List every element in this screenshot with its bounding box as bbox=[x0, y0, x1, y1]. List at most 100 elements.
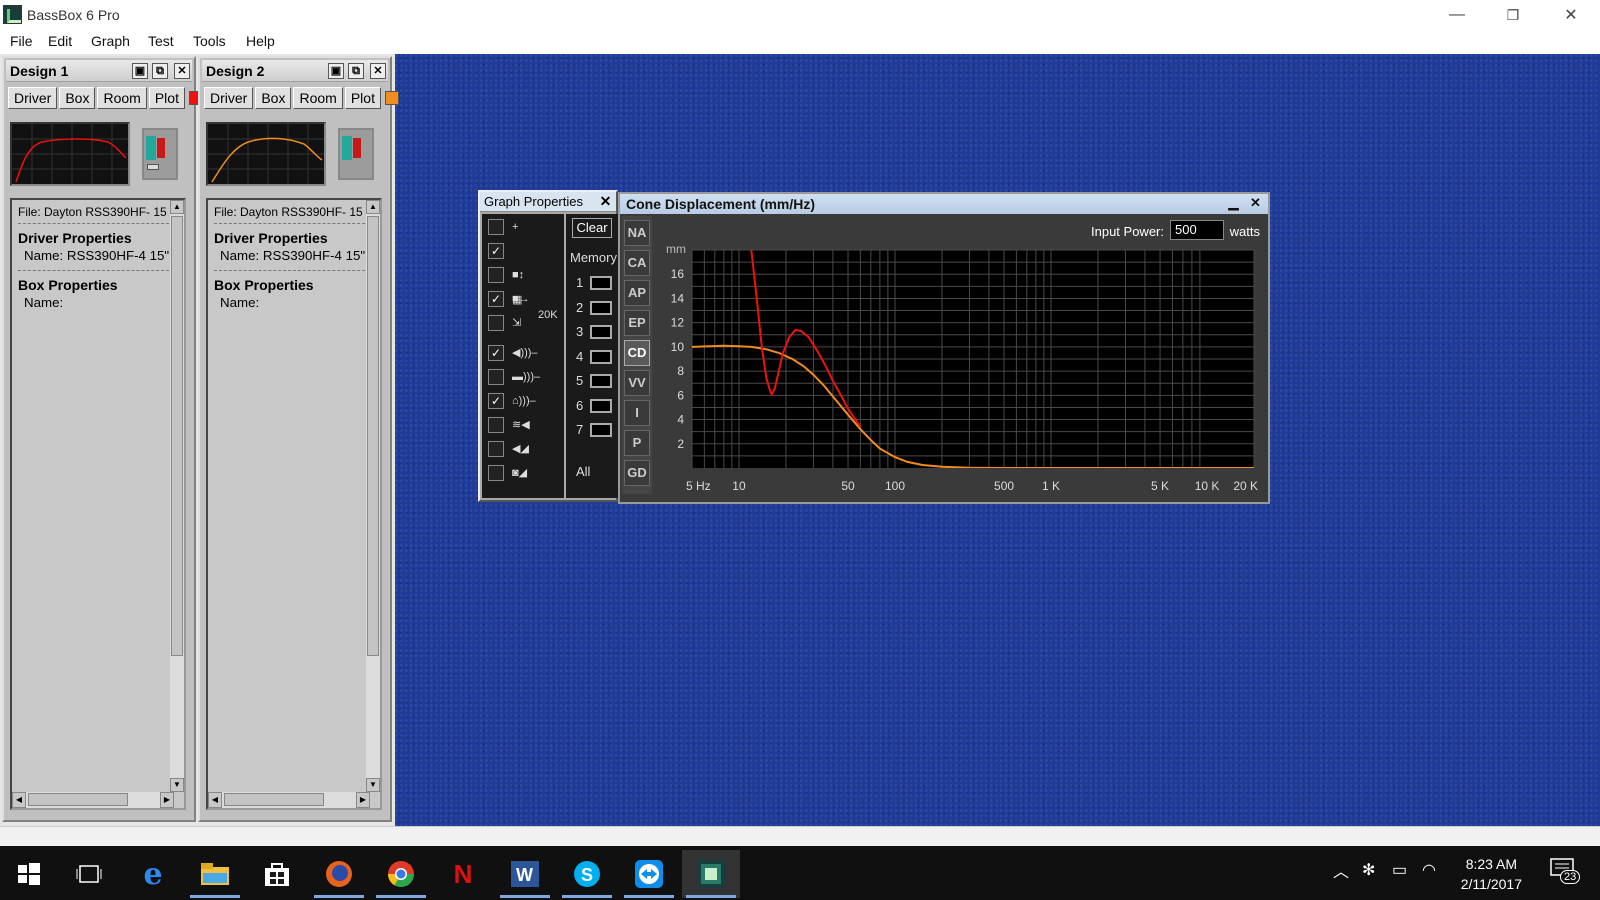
menu-graph[interactable]: Graph bbox=[91, 33, 130, 49]
menu-help[interactable]: Help bbox=[246, 33, 275, 49]
tab-box[interactable]: Box bbox=[59, 87, 96, 109]
save-icon[interactable]: ▣ bbox=[328, 63, 344, 79]
tray-chevron-icon[interactable]: ︿ bbox=[1333, 858, 1349, 882]
restore-button[interactable]: ❐ bbox=[1484, 0, 1542, 30]
taskbar-clock[interactable]: 8:23 AM 2/11/2017 bbox=[1461, 854, 1522, 894]
battery-icon[interactable]: ▭ bbox=[1392, 860, 1407, 880]
close-icon[interactable]: ✕ bbox=[370, 63, 386, 79]
graph-type-ca-button[interactable]: CA bbox=[624, 250, 650, 276]
memory-slot-box[interactable] bbox=[590, 398, 612, 413]
speaker-box-icon[interactable] bbox=[142, 128, 178, 180]
scroll-up-icon[interactable]: ▲ bbox=[366, 200, 380, 214]
graph-type-ap-button[interactable]: AP bbox=[624, 280, 650, 306]
graph-type-i-button[interactable]: I bbox=[624, 400, 650, 426]
notification-center-icon[interactable]: 23 bbox=[1548, 856, 1584, 892]
cone-displacement-chart[interactable]: mm 2 4 6 8 10 12 14 16 5 Hz 10 50 100 500 1 K 5 K 10 K 20… bbox=[652, 216, 1266, 502]
tab-plot[interactable]: Plot bbox=[148, 87, 185, 109]
tab-driver[interactable]: Driver bbox=[8, 87, 58, 109]
tab-room[interactable]: Room bbox=[293, 87, 343, 109]
windows-start-icon[interactable] bbox=[0, 850, 58, 898]
close-icon[interactable]: ✕ bbox=[597, 193, 614, 210]
menu-file[interactable]: File bbox=[10, 33, 33, 49]
horizontal-scrollbar[interactable]: ◀ ▶ bbox=[12, 792, 174, 808]
memory-all-button[interactable]: All bbox=[576, 464, 590, 479]
vertical-scrollbar[interactable]: ▲ ▼ bbox=[170, 200, 184, 792]
save-icon[interactable]: ▣ bbox=[132, 63, 148, 79]
tab-plot[interactable]: Plot bbox=[344, 87, 381, 109]
wifi-icon[interactable]: ◠ bbox=[1422, 860, 1436, 880]
graph-option-checkbox[interactable]: ✓ bbox=[488, 393, 504, 409]
scroll-down-icon[interactable]: ▼ bbox=[366, 778, 380, 792]
scroll-thumb[interactable] bbox=[367, 216, 379, 656]
clear-button[interactable]: Clear bbox=[572, 218, 612, 238]
store-icon[interactable] bbox=[248, 850, 306, 898]
graph-type-gd-button[interactable]: GD bbox=[624, 460, 650, 486]
memory-slot[interactable]: 4 bbox=[566, 348, 618, 366]
graph-type-vv-button[interactable]: VV bbox=[624, 370, 650, 396]
graph-type-cd-button[interactable]: CD bbox=[624, 340, 650, 366]
memory-slot-box[interactable] bbox=[590, 374, 612, 388]
scroll-right-icon[interactable]: ▶ bbox=[160, 792, 174, 808]
scroll-left-icon[interactable]: ◀ bbox=[12, 792, 26, 808]
menu-tools[interactable]: Tools bbox=[193, 33, 226, 49]
graph-option-checkbox[interactable]: ✓ bbox=[488, 243, 504, 259]
minimize-icon[interactable]: ▁ bbox=[1225, 195, 1242, 212]
teamviewer-icon[interactable] bbox=[620, 850, 678, 898]
tab-box[interactable]: Box bbox=[255, 87, 292, 109]
copy-icon[interactable]: ⧉ bbox=[152, 63, 168, 79]
memory-slot[interactable]: 6 bbox=[566, 397, 618, 415]
graph-option-checkbox[interactable] bbox=[488, 267, 504, 283]
memory-slot[interactable]: 7 bbox=[566, 421, 618, 439]
vertical-scrollbar[interactable]: ▲ ▼ bbox=[366, 200, 380, 792]
scroll-down-icon[interactable]: ▼ bbox=[170, 778, 184, 792]
graph-option-checkbox[interactable] bbox=[488, 219, 504, 235]
scroll-right-icon[interactable]: ▶ bbox=[356, 792, 370, 808]
close-button[interactable]: ✕ bbox=[1542, 0, 1600, 30]
close-icon[interactable]: ✕ bbox=[1247, 195, 1264, 212]
graph-option-checkbox[interactable]: ✓ bbox=[488, 345, 504, 361]
tab-driver[interactable]: Driver bbox=[204, 87, 254, 109]
graph-type-ep-button[interactable]: EP bbox=[624, 310, 650, 336]
memory-slot[interactable]: 2 bbox=[566, 299, 618, 317]
scroll-thumb[interactable] bbox=[28, 793, 128, 806]
skype-icon[interactable]: S bbox=[558, 850, 616, 898]
graph-option-checkbox[interactable]: ✓ bbox=[488, 291, 504, 307]
graph-option-checkbox[interactable] bbox=[488, 465, 504, 481]
tray-app-icon[interactable]: ✻ bbox=[1362, 860, 1375, 880]
scroll-up-icon[interactable]: ▲ bbox=[170, 200, 184, 214]
speaker-box-icon[interactable] bbox=[338, 128, 374, 180]
response-thumbnail[interactable] bbox=[10, 122, 130, 186]
memory-slot-box[interactable] bbox=[590, 276, 612, 290]
memory-slot-box[interactable] bbox=[590, 325, 612, 339]
response-thumbnail[interactable] bbox=[206, 122, 326, 186]
minimize-button[interactable]: — bbox=[1428, 0, 1486, 30]
close-icon[interactable]: ✕ bbox=[174, 63, 190, 79]
copy-icon[interactable]: ⧉ bbox=[348, 63, 364, 79]
scroll-thumb[interactable] bbox=[171, 216, 183, 656]
scroll-thumb[interactable] bbox=[224, 793, 324, 806]
menu-edit[interactable]: Edit bbox=[48, 33, 72, 49]
file-explorer-icon[interactable] bbox=[186, 850, 244, 898]
bassbox-taskbar-icon[interactable] bbox=[682, 850, 740, 898]
word-icon[interactable]: W bbox=[496, 850, 554, 898]
netflix-icon[interactable]: N bbox=[434, 850, 492, 898]
graph-type-na-button[interactable]: NA bbox=[624, 220, 650, 246]
memory-slot[interactable]: 1 bbox=[566, 274, 618, 292]
horizontal-scrollbar[interactable]: ◀ ▶ bbox=[208, 792, 370, 808]
edge-icon[interactable]: e bbox=[124, 850, 182, 898]
graph-type-p-button[interactable]: P bbox=[624, 430, 650, 456]
graph-option-checkbox[interactable] bbox=[488, 369, 504, 385]
task-view-icon[interactable] bbox=[60, 850, 118, 898]
memory-slot-box[interactable] bbox=[590, 423, 612, 437]
plot-color-swatch[interactable] bbox=[384, 91, 399, 105]
scroll-left-icon[interactable]: ◀ bbox=[208, 792, 222, 808]
graph-option-checkbox[interactable] bbox=[488, 315, 504, 331]
firefox-icon[interactable] bbox=[310, 850, 368, 898]
memory-slot-box[interactable] bbox=[590, 349, 612, 364]
graph-option-checkbox[interactable] bbox=[488, 441, 504, 457]
chrome-icon[interactable] bbox=[372, 850, 430, 898]
tab-room[interactable]: Room bbox=[97, 87, 147, 109]
graph-option-checkbox[interactable] bbox=[488, 417, 504, 433]
memory-slot-box[interactable] bbox=[590, 300, 612, 315]
memory-slot[interactable]: 5 bbox=[566, 372, 618, 390]
